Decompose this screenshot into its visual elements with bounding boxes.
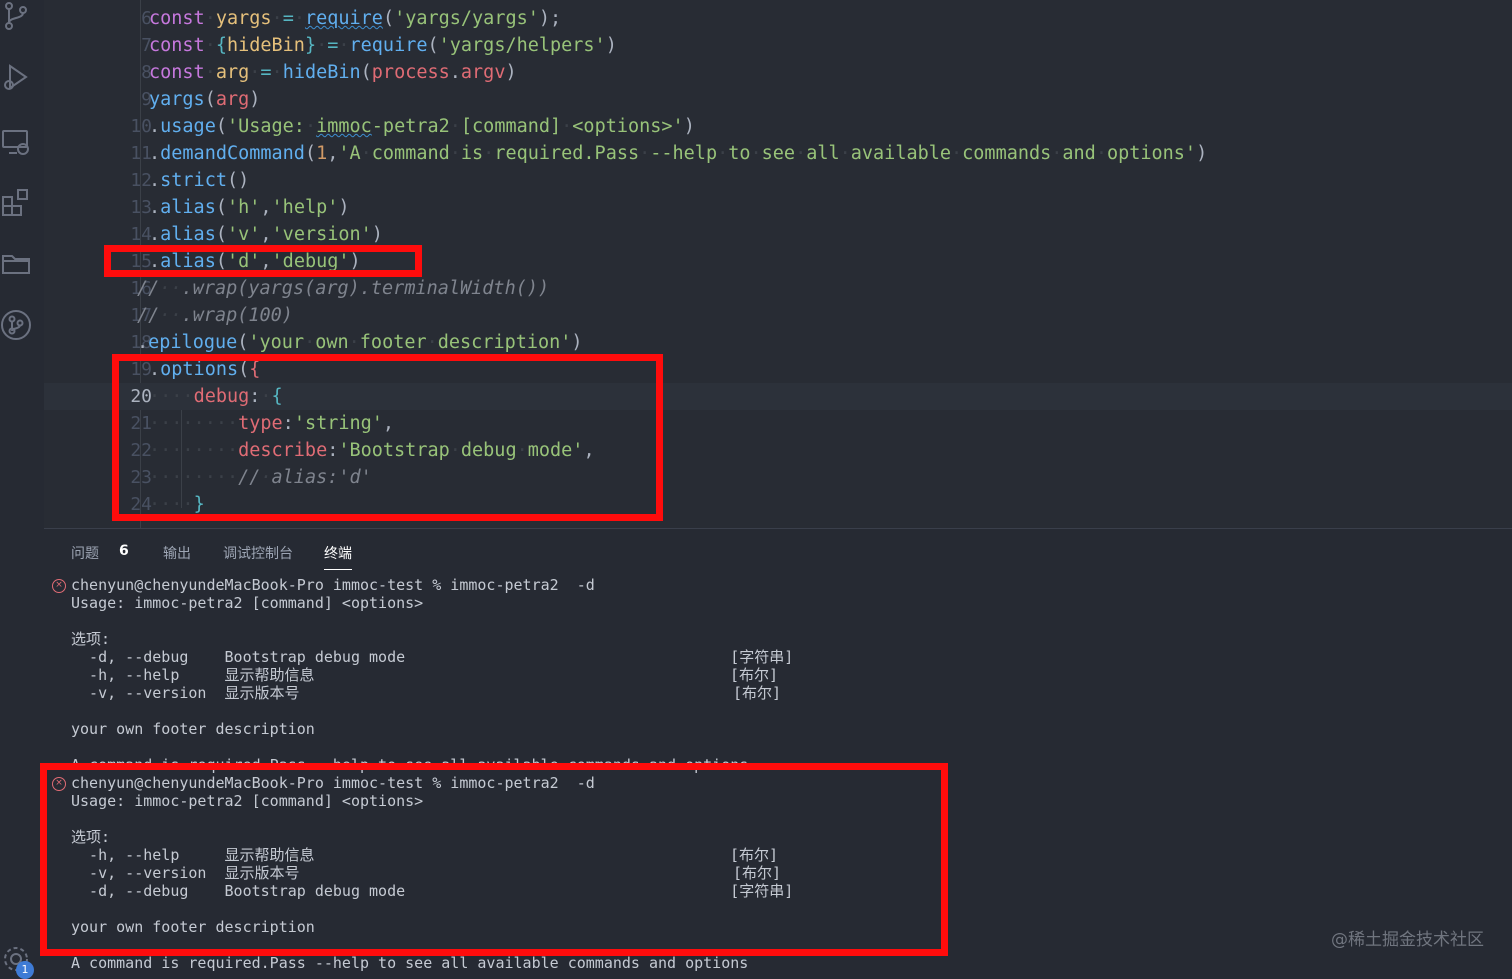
command-error-icon: ×	[52, 579, 66, 593]
code-text: .alias('d','debug')	[149, 251, 361, 272]
git-graph-icon[interactable]	[0, 308, 32, 342]
line-number: 11	[130, 143, 152, 164]
line-number: 7	[141, 35, 152, 56]
run-debug-icon[interactable]	[0, 60, 32, 94]
line-number: 8	[141, 62, 152, 83]
code-line: 21 ········type:'string',	[44, 410, 1512, 437]
line-number: 14	[130, 224, 152, 245]
tab-output[interactable]: 输出	[163, 543, 191, 563]
code-line-current: 20 ····debug:·{	[44, 383, 1512, 410]
line-number: 22	[130, 440, 152, 461]
line-number: 19	[130, 359, 152, 380]
terminal-line: -d, --debug Bootstrap debug mode [字符串]	[71, 882, 794, 900]
line-number: 13	[130, 197, 152, 218]
code-text: .demandCommand(1,'A·command·is·required.…	[149, 143, 1208, 164]
watermark: @稀土掘金技术社区	[1331, 930, 1484, 950]
code-text: .epilogue('your·own·footer·description')	[137, 332, 583, 353]
code-line: 24 ····}	[44, 491, 1512, 518]
terminal-line: -h, --help 显示帮助信息 [布尔]	[71, 666, 779, 684]
terminal-line: your own footer description	[71, 918, 315, 936]
code-comment: //··.wrap(yargs(arg).terminalWidth())	[137, 278, 550, 299]
code-text: .alias('h','help')	[149, 197, 350, 218]
terminal-line: -v, --version 显示版本号 [布尔]	[71, 864, 782, 882]
code-line: 11 .demandCommand(1,'A·command·is·require…	[44, 140, 1512, 167]
terminal-line: 选项:	[71, 630, 111, 648]
problems-count-badge: 6	[119, 543, 129, 559]
code-line: 23 ········//·alias:'d'	[44, 464, 1512, 491]
bottom-panel: 问题 6 输出 调试控制台 终端 × chenyun@chenyundeMacB…	[44, 528, 1512, 976]
line-number: 23	[130, 467, 152, 488]
code-text: .usage('Usage:·immoc-petra2·[command]·<o…	[149, 116, 695, 137]
settings-badge: 1	[16, 961, 34, 979]
code-text: yargs(arg)	[149, 89, 261, 110]
code-line: 6 const·yargs·=·require('yargs/yargs');	[44, 5, 1512, 32]
code-line: 13 .alias('h','help')	[44, 194, 1512, 221]
code-line: 14 .alias('v','version')	[44, 221, 1512, 248]
terminal-line: -d, --debug Bootstrap debug mode [字符串]	[71, 648, 794, 666]
line-number: 9	[141, 89, 152, 110]
code-line: 8 const·arg·=·hideBin(process.argv)	[44, 59, 1512, 86]
terminal-line: chenyun@chenyundeMacBook-Pro immoc-test …	[71, 576, 595, 594]
code-text: const·{hideBin}·=·require('yargs/helpers…	[149, 35, 617, 56]
terminal-line: Usage: immoc-petra2 [command] <options>	[71, 792, 424, 810]
line-number: 24	[130, 494, 152, 515]
terminal-line: chenyun@chenyundeMacBook-Pro immoc-test …	[71, 774, 595, 792]
code-text: ········//·alias:'d'	[149, 467, 372, 488]
folder-icon[interactable]	[0, 246, 32, 280]
code-line: 10 .usage('Usage:·immoc-petra2·[command]·…	[44, 113, 1512, 140]
source-control-icon[interactable]	[0, 0, 32, 34]
code-text: .options({	[149, 359, 261, 380]
line-number: 12	[130, 170, 152, 191]
line-number: 15	[130, 251, 152, 272]
code-line: 18 .epilogue('your·own·footer·description…	[44, 329, 1512, 356]
code-text: ····}	[149, 494, 205, 515]
terminal-line: -v, --version 显示版本号 [布尔]	[71, 684, 782, 702]
terminal-line: 选项:	[71, 828, 111, 846]
code-text: const·arg·=·hideBin(process.argv)	[149, 62, 517, 83]
line-number: 20	[130, 386, 152, 407]
code-text: ········type:'string',	[149, 413, 395, 434]
code-comment: //··.wrap(100)	[137, 305, 293, 326]
code-line: 9 yargs(arg)	[44, 86, 1512, 113]
code-editor[interactable]: 6 const·yargs·=·require('yargs/yargs'); 7…	[44, 0, 1512, 528]
terminal-line: A command is required.Pass --help to see…	[71, 954, 749, 972]
code-line: 7 const·{hideBin}·=·require('yargs/helper…	[44, 32, 1512, 59]
code-line: 22 ········describe:'Bootstrap·debug·mode…	[44, 437, 1512, 464]
terminal-line: Usage: immoc-petra2 [command] <options>	[71, 594, 424, 612]
code-line: 15 .alias('d','debug')	[44, 248, 1512, 275]
line-number: 10	[130, 116, 152, 137]
code-line: 12 .strict()	[44, 167, 1512, 194]
tab-debug-console[interactable]: 调试控制台	[223, 543, 293, 563]
terminal-line: -h, --help 显示帮助信息 [布尔]	[71, 846, 779, 864]
code-text: .strict()	[149, 170, 250, 191]
extensions-icon[interactable]	[0, 185, 32, 219]
activity-bar	[0, 0, 44, 975]
command-error-icon: ×	[52, 777, 66, 791]
terminal-line: your own footer description	[71, 720, 315, 738]
remote-explorer-icon[interactable]	[0, 125, 32, 159]
code-text: ····debug:·{	[149, 386, 283, 407]
code-line: 16//··.wrap(yargs(arg).terminalWidth())	[44, 275, 1512, 302]
terminal-line: A command is required.Pass --help to see…	[71, 756, 749, 774]
tab-terminal[interactable]: 终端	[324, 543, 352, 570]
line-number: 21	[130, 413, 152, 434]
code-text: .alias('v','version')	[149, 224, 383, 245]
line-number: 6	[141, 8, 152, 29]
tab-problems[interactable]: 问题	[71, 543, 99, 563]
code-text: const·yargs·=·require('yargs/yargs');	[149, 8, 562, 29]
code-text: ········describe:'Bootstrap·debug·mode',	[149, 440, 595, 461]
code-line: 17//··.wrap(100)	[44, 302, 1512, 329]
code-line: 19 .options({	[44, 356, 1512, 383]
